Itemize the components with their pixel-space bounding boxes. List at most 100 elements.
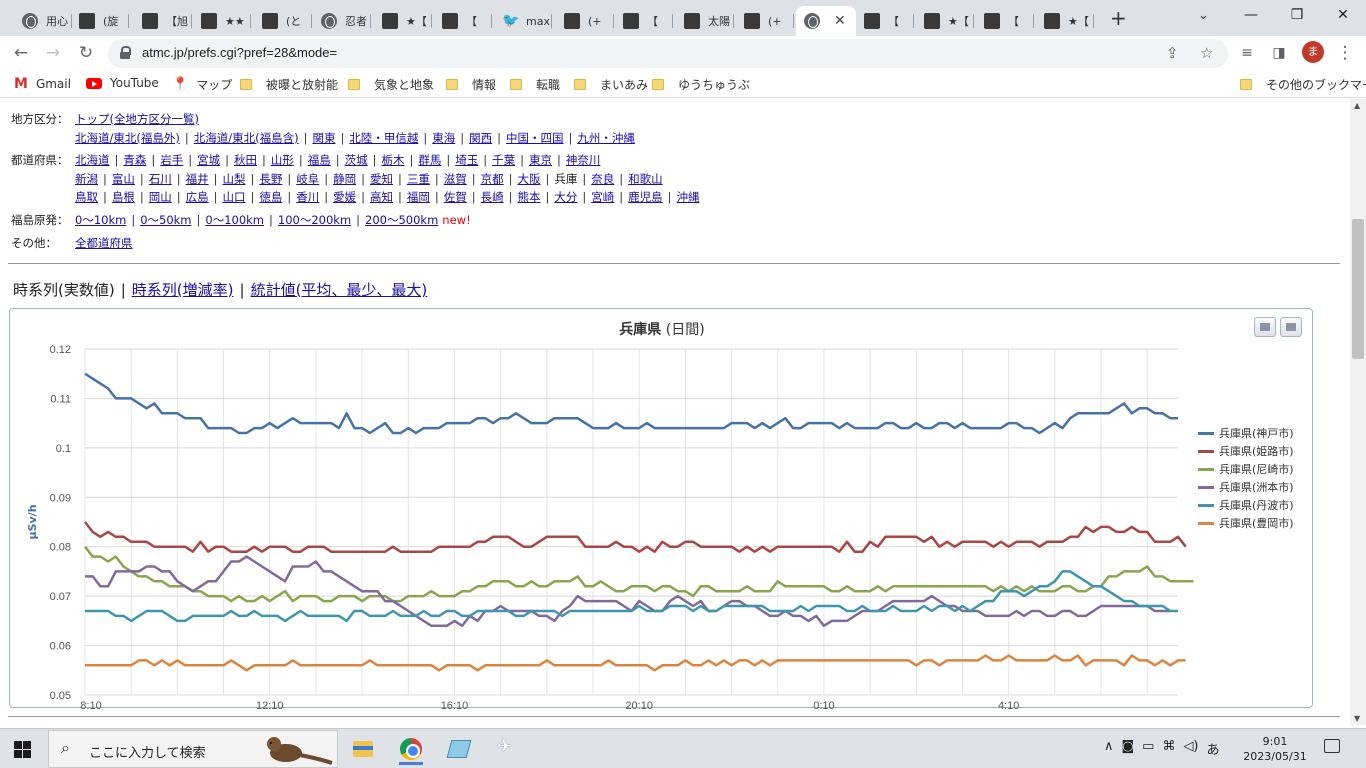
bookmark-item[interactable]: YouTube xyxy=(86,76,159,90)
bookmark-item[interactable]: 気象と地象 xyxy=(348,76,434,93)
pref-link[interactable]: 山形 xyxy=(271,153,294,167)
browser-tab[interactable]: ★★ xyxy=(193,6,251,36)
windows-start-icon[interactable] xyxy=(14,741,31,758)
pref-link[interactable]: 栃木 xyxy=(382,153,405,167)
camera-icon[interactable]: ◙ xyxy=(1122,739,1135,758)
browser-tab[interactable]: 【 xyxy=(615,6,673,36)
pref-link[interactable]: 三重 xyxy=(407,172,430,186)
browser-tab[interactable]: (+ xyxy=(736,6,794,36)
all-prefs-link[interactable]: 全都道府県 xyxy=(75,236,133,250)
pref-link[interactable]: 埼玉 xyxy=(455,153,478,167)
forward-arrow-icon[interactable]: → xyxy=(40,41,66,65)
pref-link[interactable]: 岡山 xyxy=(149,190,172,204)
browser-tab[interactable]: 🐦 max xyxy=(494,6,552,36)
bookmark-item[interactable]: ゆうちゅうぶ xyxy=(652,76,750,93)
fukushima-range-link[interactable]: 100〜200km xyxy=(278,213,351,227)
side-panel-icon[interactable]: ◨ xyxy=(1266,41,1292,65)
notes-app-icon[interactable] xyxy=(439,733,479,765)
browser-tab[interactable]: ✕ xyxy=(796,6,856,36)
browser-tab[interactable]: 太陽 xyxy=(676,6,734,36)
region-link[interactable]: 関東 xyxy=(312,131,335,145)
pref-link[interactable]: 滋賀 xyxy=(444,172,467,186)
pref-link[interactable]: 岐阜 xyxy=(296,172,319,186)
legend-item[interactable]: 兵庫県(洲本市) xyxy=(1198,479,1294,495)
pref-link[interactable]: 奈良 xyxy=(591,172,614,186)
airplane-app-icon[interactable] xyxy=(487,733,527,765)
back-arrow-icon[interactable]: ← xyxy=(8,41,34,65)
profile-avatar[interactable]: ま xyxy=(1302,41,1324,63)
file-explorer-icon[interactable] xyxy=(343,733,383,765)
browser-tab[interactable]: (+ xyxy=(556,6,614,36)
tab-search-chevron-icon[interactable]: ⌄ xyxy=(1198,8,1209,23)
pref-link[interactable]: 愛知 xyxy=(370,172,393,186)
bookmark-item[interactable]: 📍 マップ xyxy=(172,76,232,93)
browser-tab[interactable]: ★【 xyxy=(374,6,432,36)
page-scrollbar[interactable]: ▲ ▼ xyxy=(1350,99,1366,725)
url-text[interactable]: atmc.jp/prefs.cgi?pref=28&mode= xyxy=(142,45,337,60)
speaker-icon[interactable]: ◁) xyxy=(1183,739,1198,758)
menu-dots-icon[interactable]: ⋮ xyxy=(1332,41,1358,65)
browser-tab[interactable]: ★【 xyxy=(1036,6,1094,36)
tab-statistics[interactable]: 統計値(平均、最少、最大) xyxy=(251,281,428,299)
pref-link[interactable]: 富山 xyxy=(112,172,135,186)
bookmark-item[interactable]: 被曝と放射能 xyxy=(240,76,338,93)
address-bar[interactable]: atmc.jp/prefs.cgi?pref=28&mode= ⇪ ☆ xyxy=(108,39,1228,68)
bookmark-item[interactable]: まいあみ xyxy=(574,76,648,93)
pref-link[interactable]: 青森 xyxy=(123,153,146,167)
network-icon[interactable]: ⌘ xyxy=(1162,739,1175,758)
pref-link[interactable]: 高知 xyxy=(370,190,393,204)
bookmark-item[interactable]: 情報 xyxy=(446,76,496,93)
scroll-thumb[interactable] xyxy=(1352,219,1364,359)
pref-link[interactable]: 福井 xyxy=(186,172,209,186)
legend-item[interactable]: 兵庫県(丹波市) xyxy=(1198,497,1294,513)
tab-timeseries-rate[interactable]: 時系列(増減率) xyxy=(132,281,234,299)
fukushima-range-link[interactable]: 0〜100km xyxy=(205,213,264,227)
browser-tab[interactable]: 【旭 xyxy=(134,6,192,36)
fukushima-range-link[interactable]: 200〜500km xyxy=(365,213,438,227)
legend-item[interactable]: 兵庫県(豊岡市) xyxy=(1198,515,1294,531)
browser-tab[interactable]: 【 xyxy=(434,6,492,36)
region-link[interactable]: 北海道/東北(福島外) xyxy=(75,131,180,145)
ime-indicator[interactable]: あ xyxy=(1207,739,1220,758)
pref-link[interactable]: 和歌山 xyxy=(628,172,663,186)
share-icon[interactable]: ⇪ xyxy=(1166,44,1179,62)
region-link[interactable]: 九州・沖縄 xyxy=(577,131,635,145)
clock[interactable]: 9:01 2023/05/31 xyxy=(1240,734,1310,764)
region-link[interactable]: 北海道/東北(福島含) xyxy=(194,131,299,145)
browser-tab[interactable]: ★【 xyxy=(916,6,974,36)
restore-icon[interactable]: ❐ xyxy=(1274,0,1320,30)
pref-link[interactable]: 静岡 xyxy=(333,172,356,186)
region-link[interactable]: 東海 xyxy=(432,131,455,145)
pref-link[interactable]: 鹿児島 xyxy=(628,190,663,204)
pref-link[interactable]: 京都 xyxy=(481,172,504,186)
browser-tab[interactable]: 【 xyxy=(976,6,1034,36)
reload-icon[interactable]: ↻ xyxy=(73,41,99,65)
pref-link[interactable]: 北海道 xyxy=(75,153,110,167)
new-tab-icon[interactable]: + xyxy=(1110,6,1127,30)
pref-link[interactable]: 福岡 xyxy=(407,190,430,204)
pref-link[interactable]: 千葉 xyxy=(492,153,515,167)
pref-link[interactable]: 東京 xyxy=(529,153,552,167)
pref-link[interactable]: 島根 xyxy=(112,190,135,204)
browser-tab[interactable]: 用心 xyxy=(14,6,72,36)
pref-link[interactable]: 神奈川 xyxy=(566,153,601,167)
reading-list-icon[interactable]: ≡ xyxy=(1234,41,1260,65)
bookmark-item[interactable]: 転職 xyxy=(510,76,560,93)
pref-link[interactable]: 茨城 xyxy=(345,153,368,167)
legend-item[interactable]: 兵庫県(姫路市) xyxy=(1198,443,1294,459)
battery-icon[interactable]: ▭ xyxy=(1142,739,1154,758)
lock-icon[interactable] xyxy=(120,46,131,59)
pref-link[interactable]: 群馬 xyxy=(418,153,441,167)
pref-link[interactable]: 大分 xyxy=(554,190,577,204)
legend-item[interactable]: 兵庫県(尼崎市) xyxy=(1198,461,1294,477)
pref-link[interactable]: 宮崎 xyxy=(591,190,614,204)
fukushima-range-link[interactable]: 0〜10km xyxy=(75,213,126,227)
region-link[interactable]: 北陸・甲信越 xyxy=(349,131,418,145)
pref-link[interactable]: 沖縄 xyxy=(677,190,700,204)
pref-link[interactable]: 熊本 xyxy=(518,190,541,204)
pref-link[interactable]: 大阪 xyxy=(518,172,541,186)
pref-link[interactable]: 山口 xyxy=(223,190,246,204)
pref-link[interactable]: 佐賀 xyxy=(444,190,467,204)
pref-link[interactable]: 岩手 xyxy=(160,153,183,167)
scroll-down-icon[interactable]: ▼ xyxy=(1354,714,1360,723)
